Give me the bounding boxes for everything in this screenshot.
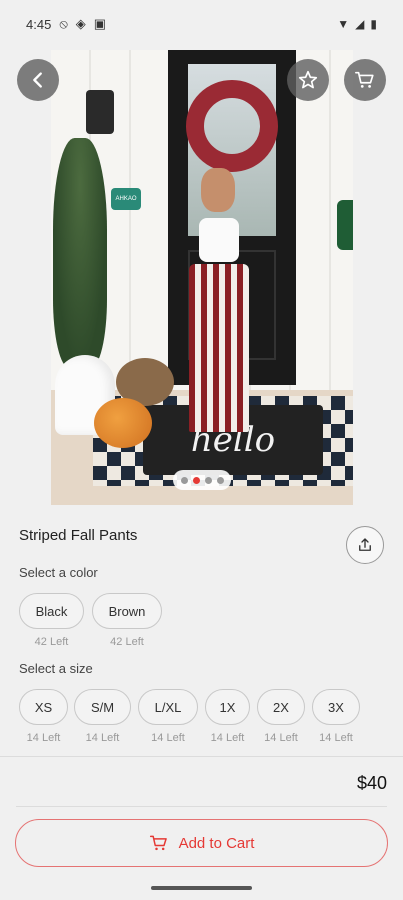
add-to-cart-label: Add to Cart bbox=[178, 834, 255, 852]
image-model bbox=[181, 164, 259, 438]
home-indicator[interactable] bbox=[151, 886, 252, 890]
size-stock-sm: 14 Left bbox=[85, 732, 120, 744]
share-icon bbox=[359, 538, 371, 551]
image-house-sign: AHKAO bbox=[111, 188, 141, 210]
location-icon: ◈ bbox=[75, 16, 86, 31]
status-bar: 4:45 ⦸ ◈ ▣ ▼ ◢ ▮ bbox=[0, 0, 403, 48]
divider-top bbox=[0, 756, 403, 757]
cart-icon bbox=[355, 71, 374, 88]
favorite-button[interactable] bbox=[287, 59, 329, 101]
size-option-sm[interactable]: S/M bbox=[74, 689, 131, 725]
arrow-left-icon bbox=[33, 72, 42, 88]
share-button[interactable] bbox=[346, 526, 384, 564]
pagination-dot[interactable] bbox=[180, 476, 188, 484]
size-stock-3x: 14 Left bbox=[319, 732, 353, 744]
size-option-lxl[interactable]: L/XL bbox=[138, 689, 198, 725]
product-price: $40 bbox=[356, 773, 387, 793]
product-title: Striped Fall Pants bbox=[19, 527, 138, 544]
battery-icon: ▮ bbox=[370, 17, 377, 31]
cart-icon bbox=[149, 835, 167, 851]
pagination-dot[interactable] bbox=[204, 476, 212, 484]
cart-button[interactable] bbox=[344, 59, 386, 101]
app-notification-icon: ▣ bbox=[93, 16, 107, 31]
add-to-cart-button[interactable]: Add to Cart bbox=[15, 819, 388, 867]
image-pumpkin-orange bbox=[94, 398, 152, 448]
size-option-3x[interactable]: 3X bbox=[312, 689, 360, 725]
size-section-label: Select a size bbox=[19, 661, 93, 676]
image-mailbox bbox=[337, 200, 353, 250]
pagination-dot[interactable] bbox=[216, 476, 224, 484]
product-image[interactable]: AHKAO hello bbox=[51, 50, 353, 505]
size-option-2x[interactable]: 2X bbox=[257, 689, 305, 725]
back-button[interactable] bbox=[17, 59, 59, 101]
size-option-1x[interactable]: 1X bbox=[205, 689, 250, 725]
image-topiary bbox=[53, 138, 107, 368]
image-pagination bbox=[173, 470, 231, 490]
color-section-label: Select a color bbox=[19, 565, 98, 580]
status-time: 4:45 bbox=[26, 16, 52, 32]
color-stock-brown: 42 Left bbox=[110, 636, 144, 648]
wifi-icon: ▼ bbox=[337, 17, 350, 31]
image-wreath bbox=[186, 80, 278, 172]
color-option-brown[interactable]: Brown bbox=[92, 593, 162, 629]
color-option-black[interactable]: Black bbox=[19, 593, 84, 629]
divider-bottom bbox=[16, 806, 387, 807]
size-stock-xs: 14 Left bbox=[26, 732, 61, 744]
dnd-icon: ⦸ bbox=[59, 16, 68, 31]
size-stock-lxl: 14 Left bbox=[151, 732, 185, 744]
signal-icon: ◢ bbox=[355, 17, 365, 31]
image-lamp bbox=[86, 62, 114, 142]
star-icon bbox=[298, 70, 318, 89]
color-stock-black: 42 Left bbox=[34, 636, 69, 648]
size-stock-2x: 14 Left bbox=[264, 732, 298, 744]
size-stock-1x: 14 Left bbox=[210, 732, 245, 744]
size-option-xs[interactable]: XS bbox=[19, 689, 68, 725]
pagination-dot[interactable] bbox=[192, 476, 200, 484]
